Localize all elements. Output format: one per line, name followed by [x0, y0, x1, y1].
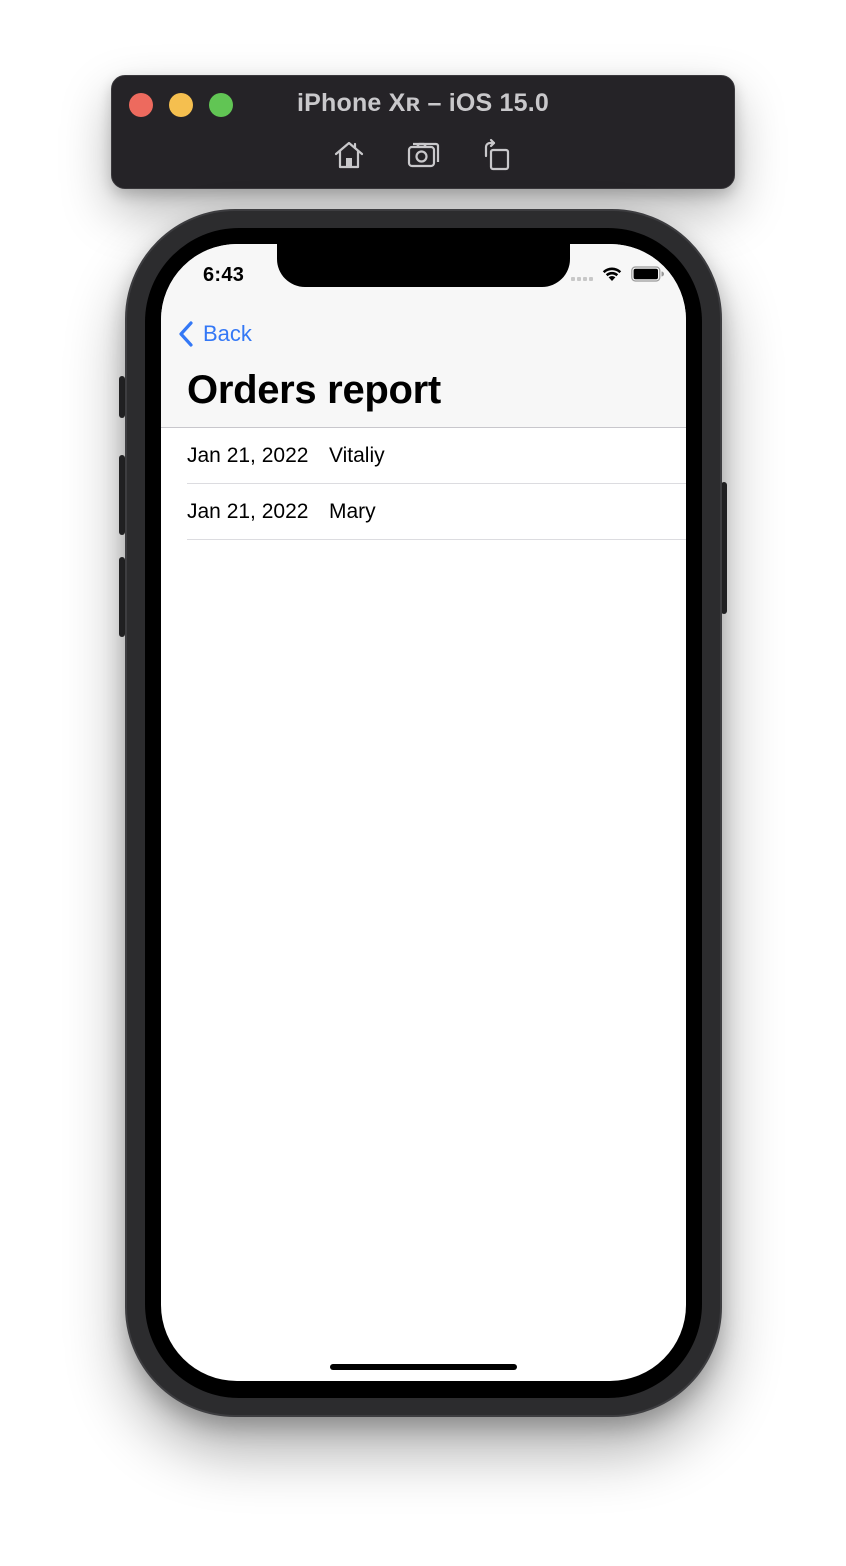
order-customer-name: Mary [329, 500, 376, 523]
back-button-label: Back [203, 321, 252, 346]
cellular-signal-icon [571, 267, 593, 281]
home-icon [334, 141, 364, 169]
battery-icon [631, 266, 664, 282]
status-time: 6:43 [203, 264, 245, 286]
home-button[interactable] [330, 136, 368, 174]
back-button[interactable]: Back [177, 320, 252, 348]
order-customer-name: Vitaliy [329, 444, 385, 467]
table-row[interactable]: Jan 21, 2022 Mary [161, 484, 686, 540]
rotate-icon [484, 138, 510, 171]
simulator-toolbar [112, 136, 734, 174]
status-icons [571, 266, 664, 282]
rotate-button[interactable] [478, 136, 516, 174]
orders-table: Jan 21, 2022 Vitaliy Jan 21, 2022 Mary [161, 428, 686, 540]
screenshot-icon [407, 142, 440, 168]
phone-screen: 6:43 Back Orders report Jan 21, 2022 Vit… [161, 244, 686, 1381]
table-row[interactable]: Jan 21, 2022 Vitaliy [161, 428, 686, 484]
wifi-icon [602, 267, 622, 281]
order-date: Jan 21, 2022 [187, 444, 309, 467]
simulator-window-bar: iPhone Xʀ – iOS 15.0 [111, 75, 735, 189]
screenshot-button[interactable] [404, 136, 442, 174]
page-title: Orders report [187, 368, 441, 412]
device-notch [277, 244, 570, 287]
simulator-title: iPhone Xʀ – iOS 15.0 [296, 89, 549, 117]
chevron-left-icon [179, 321, 193, 347]
home-indicator[interactable] [330, 1364, 517, 1370]
order-date: Jan 21, 2022 [187, 500, 309, 523]
